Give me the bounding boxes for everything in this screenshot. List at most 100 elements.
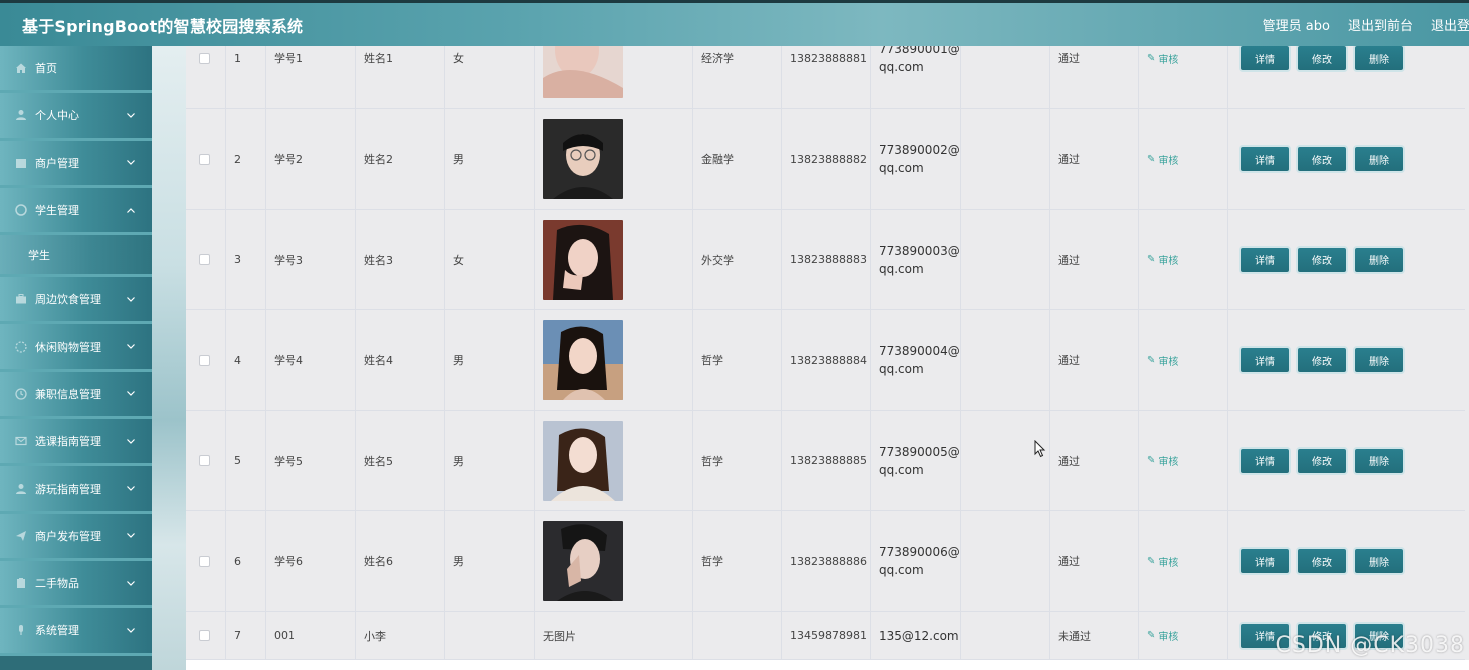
major-cell: 经济学 — [693, 46, 782, 108]
gender-cell: 女 — [445, 46, 535, 108]
logout-link[interactable]: 退出登录 — [1431, 15, 1469, 34]
edit-icon: ✎ — [1147, 555, 1156, 567]
status-cell: 通过 — [1050, 109, 1139, 209]
edit-icon: ✎ — [1147, 455, 1156, 466]
student-no-cell: 学号4 — [266, 310, 356, 410]
edit-icon: ✎ — [1147, 153, 1156, 165]
delete-button[interactable]: 删除 — [1355, 549, 1403, 573]
major-cell: 金融学 — [693, 109, 782, 209]
student-icon — [14, 203, 28, 217]
student-photo — [543, 320, 623, 400]
phone-cell: 13459878981 — [782, 612, 871, 659]
sidebar-item-publish[interactable]: 商户发布管理 — [0, 513, 152, 561]
audit-link[interactable]: ✎ 审核 — [1147, 252, 1178, 267]
status-cell: 未通过 — [1050, 612, 1139, 659]
mic-icon — [14, 623, 28, 637]
chevron-down-icon — [126, 484, 136, 494]
sidebar-item-personal[interactable]: 个人中心 — [0, 93, 152, 141]
phone-cell: 13823888886 — [782, 511, 871, 611]
delete-button[interactable]: 删除 — [1355, 448, 1403, 473]
edit-button[interactable]: 修改 — [1298, 147, 1346, 171]
email-cell-domain: qq.com — [879, 462, 924, 477]
delete-button[interactable]: 删除 — [1355, 247, 1403, 272]
admin-label[interactable]: 管理员 abo — [1263, 15, 1330, 34]
phone-cell: 13823888882 — [782, 109, 871, 209]
audit-label: 审核 — [1158, 356, 1179, 368]
sidebar-item-system[interactable]: 系统管理 — [0, 608, 152, 656]
row-checkbox[interactable] — [199, 153, 210, 165]
app-title: 基于SpringBoot的智慧校园搜索系统 — [22, 17, 304, 36]
row-index: 5 — [226, 411, 266, 510]
audit-label: 审核 — [1158, 256, 1179, 267]
edit-button[interactable]: 修改 — [1298, 448, 1346, 473]
detail-button[interactable]: 详情 — [1241, 448, 1289, 473]
shop-icon — [14, 156, 28, 170]
chevron-down-icon — [126, 625, 136, 635]
edit-button[interactable]: 修改 — [1298, 549, 1346, 573]
delete-button[interactable]: 删除 — [1355, 348, 1403, 372]
row-checkbox[interactable] — [199, 455, 210, 466]
edit-button[interactable]: 修改 — [1298, 247, 1346, 272]
email-cell: 773890006@ — [879, 545, 960, 559]
chevron-down-icon — [126, 110, 136, 120]
detail-button[interactable]: 详情 — [1241, 147, 1289, 171]
sidebar-item-course[interactable]: 选课指南管理 — [0, 419, 152, 467]
email-cell: 773890002@ — [879, 143, 960, 157]
row-checkbox[interactable] — [199, 52, 210, 64]
gender-cell: 男 — [445, 511, 535, 611]
row-checkbox[interactable] — [199, 254, 210, 265]
back-to-front-link[interactable]: 退出到前台 — [1348, 15, 1413, 34]
student-no-cell: 学号5 — [266, 411, 356, 510]
audit-link[interactable]: ✎ 审核 — [1147, 453, 1178, 468]
row-index: 3 — [226, 210, 266, 309]
gender-cell: 男 — [445, 411, 535, 510]
name-cell: 姓名1 — [356, 46, 445, 108]
top-bar: 基于SpringBoot的智慧校园搜索系统 管理员 abo 退出到前台 退出登录 — [0, 0, 1469, 46]
sidebar-item-merchant[interactable]: 商户管理 — [0, 140, 152, 188]
sidebar-item-label: 游玩指南管理 — [35, 482, 101, 496]
phone-cell: 13823888885 — [782, 411, 871, 510]
detail-button[interactable]: 详情 — [1241, 549, 1289, 573]
sidebar-subitem-student[interactable]: 学生 — [0, 235, 152, 278]
audit-link[interactable]: ✎ 审核 — [1147, 554, 1178, 569]
decorative-background — [152, 46, 186, 670]
clipboard-icon — [14, 576, 28, 590]
sidebar-item-home[interactable]: 首页 — [0, 46, 152, 94]
sidebar-item-secondhand[interactable]: 二手物品 — [0, 560, 152, 609]
row-checkbox[interactable] — [199, 354, 210, 366]
table-row: 4 学号4 姓名4 男 哲学 13823888884 773890004@ qq.… — [186, 310, 1465, 411]
email-cell-domain: qq.com — [879, 161, 924, 175]
table-row: 7 001 小李 无图片 13459878981 135@12.com 未通过 … — [186, 612, 1465, 660]
send-icon — [14, 529, 28, 543]
delete-button[interactable]: 删除 — [1355, 46, 1403, 70]
edit-icon: ✎ — [1147, 254, 1156, 265]
detail-button[interactable]: 详情 — [1241, 348, 1289, 372]
major-cell: 哲学 — [693, 411, 782, 510]
sidebar-item-student[interactable]: 学生管理 — [0, 187, 152, 236]
edit-button[interactable]: 修改 — [1298, 348, 1346, 372]
sidebar-item-shopping[interactable]: 休闲购物管理 — [0, 324, 152, 372]
sidebar-item-travel[interactable]: 游玩指南管理 — [0, 466, 152, 514]
mouse-cursor-icon — [1034, 440, 1046, 458]
briefcase-icon — [14, 292, 28, 306]
audit-link[interactable]: ✎ 审核 — [1147, 628, 1178, 643]
sidebar-item-food[interactable]: 周边饮食管理 — [0, 277, 152, 325]
audit-link[interactable]: ✎ 审核 — [1147, 353, 1178, 368]
empty-cell — [961, 411, 1050, 510]
detail-button[interactable]: 详情 — [1241, 247, 1289, 272]
sidebar-item-label: 二手物品 — [35, 577, 79, 591]
audit-link[interactable]: ✎ 审核 — [1147, 152, 1178, 167]
detail-button[interactable]: 详情 — [1241, 46, 1289, 70]
status-cell: 通过 — [1050, 411, 1139, 510]
student-photo — [543, 521, 623, 601]
sidebar-item-parttime[interactable]: 兼职信息管理 — [0, 371, 152, 420]
delete-button[interactable]: 删除 — [1355, 147, 1403, 171]
student-table: 1 学号1 姓名1 女 经济学 13823888881 773890001@ qq… — [186, 46, 1469, 660]
row-checkbox[interactable] — [199, 555, 210, 567]
row-checkbox[interactable] — [199, 630, 210, 641]
phone-cell: 13823888883 — [782, 210, 871, 309]
audit-link[interactable]: ✎ 审核 — [1147, 51, 1178, 66]
edit-button[interactable]: 修改 — [1298, 46, 1346, 70]
chevron-down-icon — [126, 294, 136, 304]
student-no-cell: 学号3 — [266, 210, 356, 309]
